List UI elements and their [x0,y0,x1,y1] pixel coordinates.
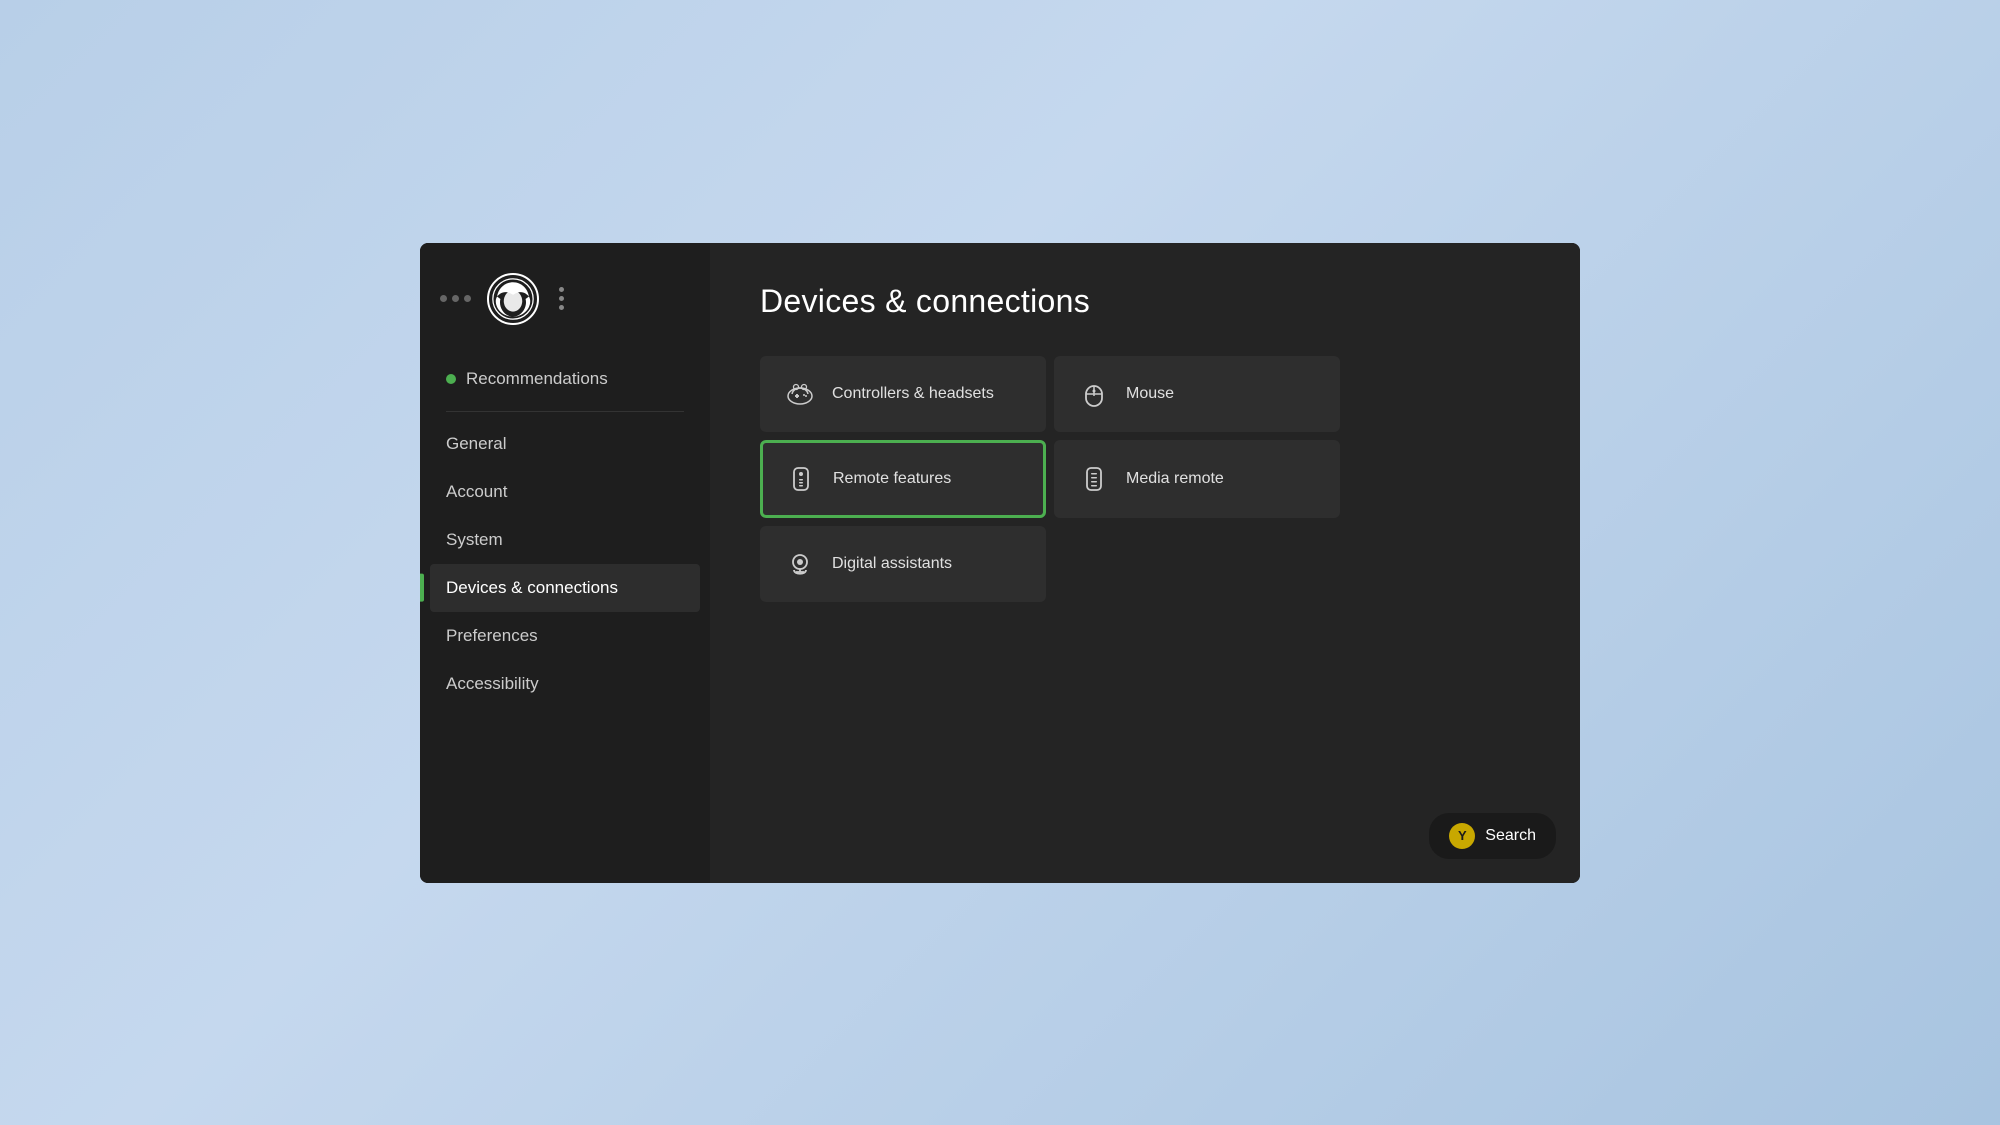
sidebar-divider-1 [446,411,684,412]
recommendations-dot [446,374,456,384]
search-button[interactable]: Y Search [1429,813,1556,859]
mouse-icon [1080,380,1108,408]
grid-item-remote-features-label: Remote features [833,470,951,488]
menu-dot-3 [559,305,564,310]
grid-item-digital-assistants-label: Digital assistants [832,555,952,573]
y-button-icon: Y [1449,823,1475,849]
main-content: Devices & connections [710,243,1580,883]
menu-dots[interactable] [559,287,564,310]
main-window: Recommendations General Account System D… [420,243,1580,883]
nav-dot-3 [464,295,471,302]
grid: Controllers & headsets Mouse [760,356,1340,602]
grid-item-mouse-label: Mouse [1126,385,1174,403]
controller-icon [786,380,814,408]
nav-dot-2 [452,295,459,302]
grid-item-media-remote-label: Media remote [1126,470,1224,488]
menu-dot-2 [559,296,564,301]
grid-item-media-remote[interactable]: Media remote [1054,440,1340,518]
sidebar-item-preferences[interactable]: Preferences [430,612,700,660]
sidebar-item-system-label: System [446,530,503,550]
sidebar-item-accessibility-label: Accessibility [446,674,539,694]
grid-item-remote-features[interactable]: Remote features [760,440,1046,518]
sidebar-item-general[interactable]: General [430,420,700,468]
sidebar-item-account-label: Account [446,482,507,502]
page-title: Devices & connections [760,283,1530,320]
sidebar-item-account[interactable]: Account [430,468,700,516]
xbox-logo[interactable] [487,273,539,325]
nav-items: Recommendations General Account System D… [420,355,710,708]
sidebar-item-devices[interactable]: Devices & connections [430,564,700,612]
grid-item-mouse[interactable]: Mouse [1054,356,1340,432]
sidebar-item-recommendations-label: Recommendations [466,369,608,389]
menu-dot-1 [559,287,564,292]
digital-assistant-icon [786,550,814,578]
grid-item-controllers-label: Controllers & headsets [832,385,994,403]
sidebar-item-general-label: General [446,434,506,454]
sidebar-item-devices-label: Devices & connections [446,578,618,598]
search-button-label: Search [1485,827,1536,845]
grid-item-digital-assistants[interactable]: Digital assistants [760,526,1046,602]
sidebar-item-preferences-label: Preferences [446,626,538,646]
sidebar: Recommendations General Account System D… [420,243,710,883]
nav-dot-1 [440,295,447,302]
bottom-bar: Y Search [1429,813,1556,859]
sidebar-item-accessibility[interactable]: Accessibility [430,660,700,708]
sidebar-item-recommendations[interactable]: Recommendations [430,355,700,403]
sidebar-item-system[interactable]: System [430,516,700,564]
media-remote-icon [1080,465,1108,493]
y-button-label: Y [1458,828,1467,843]
grid-item-controllers[interactable]: Controllers & headsets [760,356,1046,432]
sidebar-header [420,263,710,355]
dots-nav [440,295,471,302]
remote-icon [787,465,815,493]
